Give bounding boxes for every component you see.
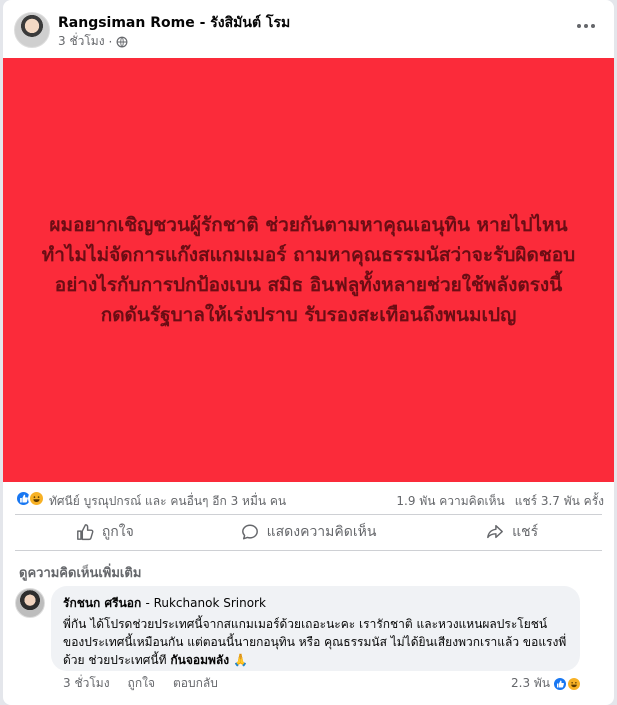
comment-footer: 3 ชั่วโมง ถูกใจ ตอบกลับ: [63, 674, 218, 693]
like-button[interactable]: ถูกใจ: [3, 516, 207, 548]
dot-icon: [584, 24, 588, 28]
view-more-comments-link[interactable]: ดูความคิดเห็นเพิ่มเติม: [19, 562, 141, 583]
post-card: Rangsiman Rome - รังสิมันต์ โรม 3 ชั่วโม…: [3, 0, 614, 705]
comment-time[interactable]: 3 ชั่วโมง: [63, 674, 110, 693]
comment-icon: [241, 524, 258, 540]
comment-reaction-count: 2.3 พัน: [511, 676, 551, 690]
post-stats: 1.9 พัน ความคิดเห็น แชร์ 3.7 พัน ครั้ง: [396, 492, 604, 511]
share-icon: [487, 524, 504, 539]
post-meta: 3 ชั่วโมง ·: [58, 32, 128, 51]
commenter-name-thai[interactable]: รักชนก ศรีนอก: [63, 596, 141, 610]
comment-reactions[interactable]: 2.3 พัน: [511, 674, 583, 693]
divider: [15, 514, 602, 515]
share-button[interactable]: แชร์: [410, 516, 614, 548]
reactions-summary[interactable]: ทัศนีย์ บูรณุปกรณ์ และ คนอื่นๆ อีก 3 หมื…: [49, 492, 286, 511]
action-bar: ถูกใจ แสดงความคิดเห็น แชร์: [3, 516, 614, 548]
thumbs-up-icon: [76, 524, 94, 541]
commenter-avatar[interactable]: [15, 588, 45, 618]
globe-icon: [116, 36, 128, 47]
comment-text: พี่กัน ได้โปรดช่วยประเทศนี้จากสแกมเมอร์ด…: [63, 615, 568, 669]
shares-count[interactable]: แชร์ 3.7 พัน ครั้ง: [515, 492, 604, 511]
reaction-icons[interactable]: [15, 490, 45, 507]
author-name[interactable]: Rangsiman Rome - รังสิมันต์ โรม: [58, 12, 290, 34]
comment-bubble: รักชนก ศรีนอก - Rukchanok Srinork พี่กัน…: [51, 586, 580, 671]
pray-emoji-icon: 🙏: [232, 653, 248, 667]
dot-icon: [591, 24, 595, 28]
comment-button[interactable]: แสดงความคิดเห็น: [207, 516, 411, 548]
more-options-button[interactable]: [574, 14, 598, 38]
post-header: Rangsiman Rome - รังสิมันต์ โรม 3 ชั่วโม…: [3, 0, 614, 58]
like-label: ถูกใจ: [101, 524, 134, 540]
comment-bold-text: กันจอมพลัง: [170, 653, 230, 667]
commenter-name[interactable]: รักชนก ศรีนอก - Rukchanok Srinork: [63, 594, 568, 613]
comment-reply-button[interactable]: ตอบกลับ: [173, 674, 218, 693]
reactions-row: ทัศนีย์ บูรณุปกรณ์ และ คนอื่นๆ อีก 3 หมื…: [3, 484, 614, 514]
comments-count[interactable]: 1.9 พัน ความคิดเห็น: [396, 492, 504, 511]
author-avatar[interactable]: [14, 12, 50, 48]
post-time[interactable]: 3 ชั่วโมง: [58, 32, 105, 51]
share-label: แชร์: [512, 524, 539, 540]
post-text: ผมอยากเชิญชวนผู้รักชาติ ช่วยกันตามหาคุณเ…: [41, 214, 576, 326]
divider: [15, 550, 602, 551]
comment-body: พี่กัน ได้โปรดช่วยประเทศนี้จากสแกมเมอร์ด…: [63, 617, 567, 667]
dot-icon: [577, 24, 581, 28]
commenter-name-latin[interactable]: - Rukchanok Srinork: [145, 596, 265, 610]
haha-icon: [28, 490, 45, 507]
comment-like-button[interactable]: ถูกใจ: [128, 674, 155, 693]
haha-icon: [566, 675, 583, 692]
post-background[interactable]: ผมอยากเชิญชวนผู้รักชาติ ช่วยกันตามหาคุณเ…: [3, 58, 614, 482]
comment-label: แสดงความคิดเห็น: [266, 524, 377, 540]
